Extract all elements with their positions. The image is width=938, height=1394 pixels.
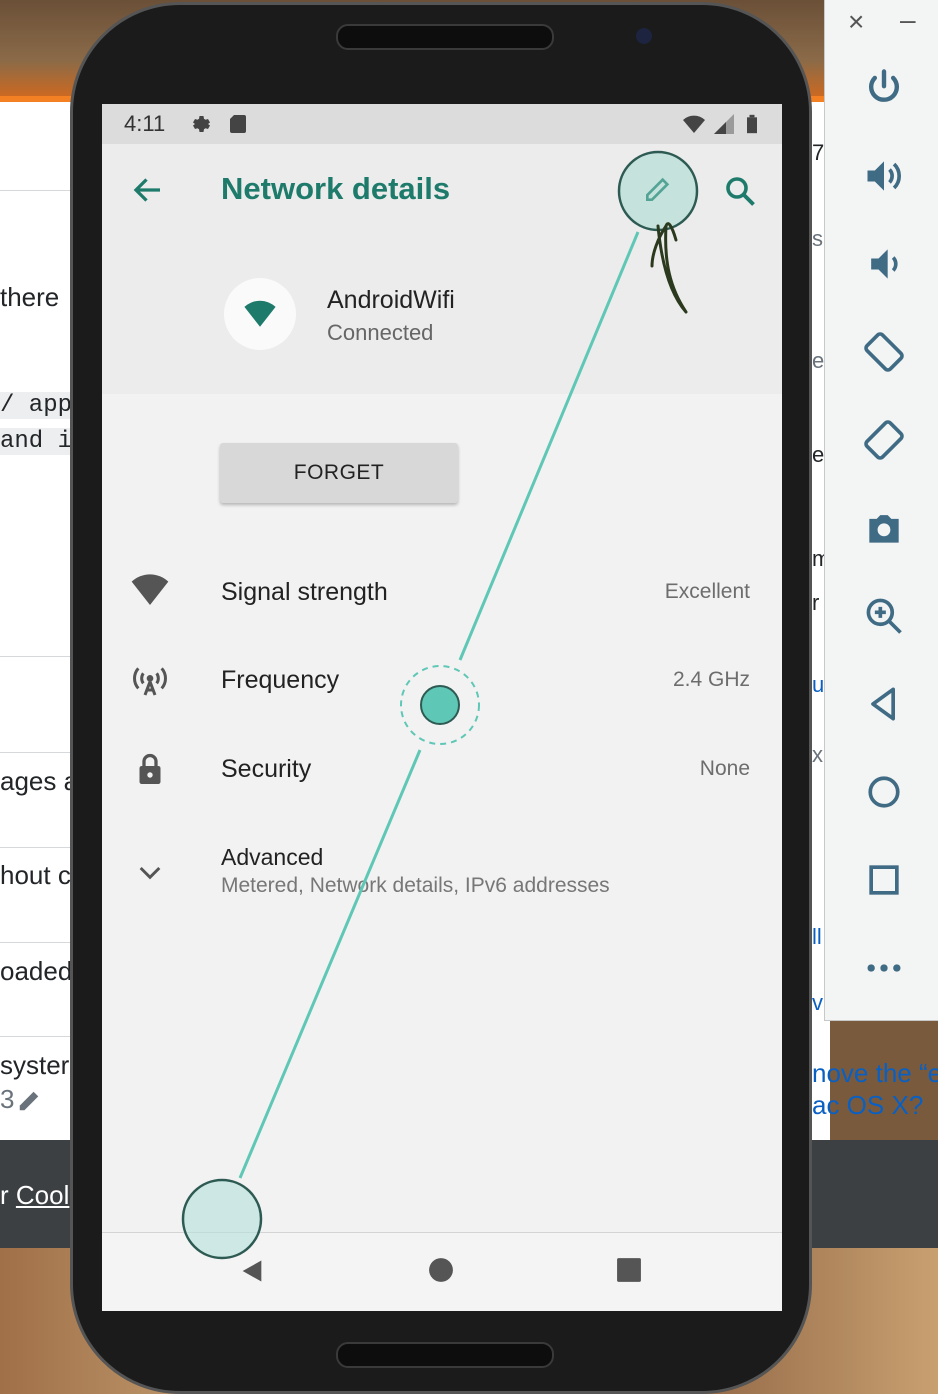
detail-label: Signal strength xyxy=(221,578,388,606)
chevron-down-icon xyxy=(124,846,176,898)
home-icon[interactable] xyxy=(428,1257,454,1288)
edit-icon[interactable] xyxy=(642,173,674,210)
page-text: 7 xyxy=(812,140,825,165)
divider xyxy=(0,190,70,191)
earpiece-speaker xyxy=(336,24,554,50)
page-text: x xyxy=(812,742,823,767)
sd-card-icon xyxy=(226,112,250,141)
status-bar: 4:11 xyxy=(102,104,782,144)
page-text: s xyxy=(812,226,823,251)
front-camera xyxy=(636,28,652,44)
advanced-label: Advanced xyxy=(221,844,324,870)
antenna-icon xyxy=(124,654,176,706)
close-icon[interactable]: × xyxy=(848,6,864,38)
network-icon xyxy=(224,278,296,350)
network-name: AndroidWifi xyxy=(327,286,455,314)
edit-pencil-icon[interactable] xyxy=(16,1084,46,1114)
divider xyxy=(0,942,70,943)
zoom-in-icon[interactable] xyxy=(848,584,920,648)
divider xyxy=(0,752,70,753)
page-text: e xyxy=(812,348,825,373)
divider xyxy=(0,1036,70,1037)
page-text: u xyxy=(812,672,825,697)
detail-value: 2.4 GHz xyxy=(672,668,750,691)
advanced-summary: Metered, Network details, IPv6 addresses xyxy=(221,874,610,897)
footer-link[interactable]: Cool xyxy=(16,1180,69,1210)
code-line: and i xyxy=(0,428,73,455)
settings-icon xyxy=(188,112,212,141)
page-text: there xyxy=(0,282,60,312)
divider xyxy=(0,847,70,848)
page-text: ages a xyxy=(0,766,79,796)
overview-icon[interactable] xyxy=(848,848,920,912)
page-text: syster xyxy=(0,1050,70,1080)
home-icon[interactable] xyxy=(848,760,920,824)
divider xyxy=(0,656,70,657)
detail-row-security[interactable]: Security None xyxy=(102,733,782,803)
wifi-signal-icon xyxy=(124,564,176,616)
network-status: Connected xyxy=(327,320,434,345)
search-icon[interactable] xyxy=(722,173,758,214)
battery-icon xyxy=(742,112,762,141)
more-icon[interactable] xyxy=(848,936,920,1000)
volume-down-icon[interactable] xyxy=(848,232,920,296)
detail-label: Security xyxy=(221,755,312,783)
recents-icon[interactable] xyxy=(616,1257,642,1288)
page-text: hout c xyxy=(0,860,71,890)
detail-row-frequency[interactable]: Frequency 2.4 GHz xyxy=(102,644,782,714)
rotate-left-icon[interactable] xyxy=(848,320,920,384)
page-text: 3 xyxy=(0,1084,15,1114)
clock: 4:11 xyxy=(124,111,166,136)
minimize-icon[interactable]: – xyxy=(900,4,916,36)
back-icon[interactable] xyxy=(848,672,920,736)
rotate-right-icon[interactable] xyxy=(848,408,920,472)
navigation-bar xyxy=(102,1232,782,1311)
detail-label: Frequency xyxy=(221,666,340,694)
lock-icon xyxy=(124,743,176,795)
bottom-speaker xyxy=(336,1342,554,1368)
page-text: r xyxy=(812,590,820,615)
volume-up-icon[interactable] xyxy=(848,144,920,208)
page-text: ll xyxy=(812,924,822,949)
wifi-icon xyxy=(680,112,708,141)
question-link[interactable]: ac OS X? xyxy=(812,1090,923,1121)
detail-value: Excellent xyxy=(664,580,750,603)
question-link[interactable]: nove the “e xyxy=(812,1058,938,1089)
detail-value: None xyxy=(699,757,750,780)
back-arrow-icon[interactable] xyxy=(130,172,166,213)
page-title: Network details xyxy=(221,171,451,206)
app-bar: Network details AndroidWifi Connected xyxy=(102,144,782,394)
cell-signal-icon xyxy=(712,112,736,141)
camera-icon[interactable] xyxy=(848,496,920,560)
footer-text: r xyxy=(0,1180,16,1210)
code-line: / app xyxy=(0,392,73,419)
phone-screen: 4:11 Network details AndroidWifi Connect… xyxy=(102,104,782,1311)
detail-row-signal[interactable]: Signal strength Excellent xyxy=(102,556,782,626)
power-icon[interactable] xyxy=(848,56,920,120)
page-text: oaded xyxy=(0,956,73,986)
forget-button[interactable]: FORGET xyxy=(220,443,458,503)
back-icon[interactable] xyxy=(238,1255,266,1292)
